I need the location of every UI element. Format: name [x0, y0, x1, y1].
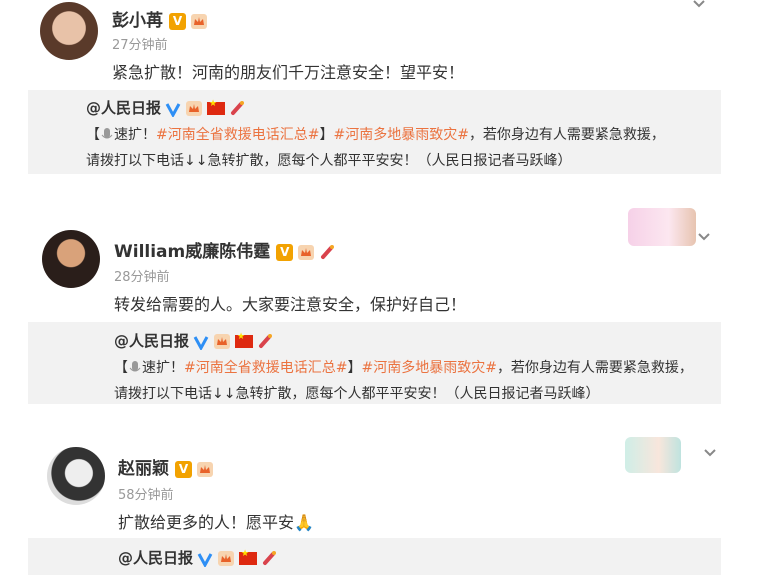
china-flag-icon	[239, 549, 258, 565]
blue-v-icon	[197, 552, 213, 567]
chevron-down-icon[interactable]	[703, 446, 717, 460]
v-badge-icon: V	[175, 460, 192, 478]
sticker-image	[625, 437, 681, 473]
crown-icon	[197, 461, 213, 477]
post-text: 扩散给更多的人！愿平安🙏	[118, 513, 314, 532]
repost-author-row: @人民日报	[118, 547, 279, 568]
crown-icon	[218, 551, 235, 566]
feed-post: 赵丽颖 V 58分钟前 扩散给更多的人！愿平安🙏 @人民日报	[0, 0, 767, 575]
candle-icon	[263, 551, 277, 565]
user-name[interactable]: 赵丽颖	[118, 459, 169, 479]
avatar[interactable]	[47, 447, 105, 505]
repost-author[interactable]: @人民日报	[118, 549, 193, 567]
post-time[interactable]: 58分钟前	[118, 484, 174, 503]
